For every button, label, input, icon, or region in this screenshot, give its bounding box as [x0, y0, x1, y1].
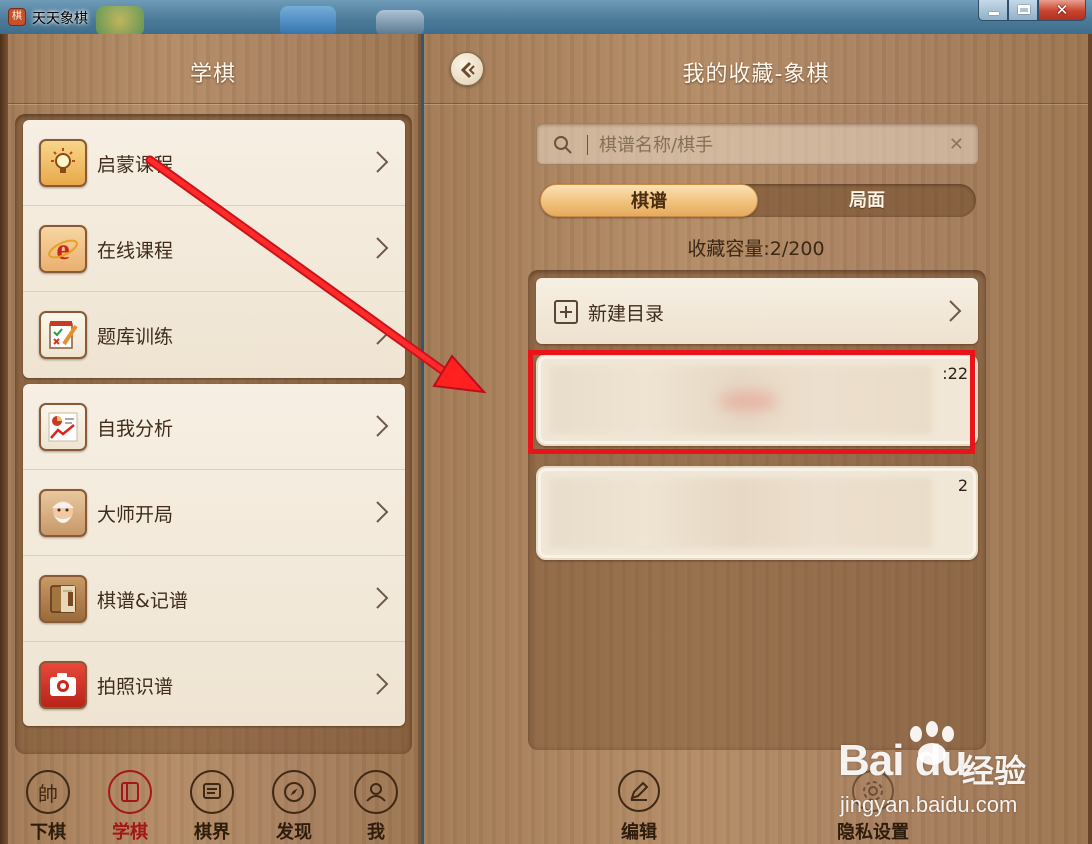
analysis-chart-icon: [39, 403, 87, 451]
nav-label: 我: [367, 822, 385, 843]
nav-learn[interactable]: 学棋: [100, 770, 160, 844]
new-folder-label: 新建目录: [588, 303, 665, 325]
menu-item-label: 题库训练: [97, 326, 174, 348]
window-title: 天天象棋: [32, 11, 88, 27]
maximize-icon: [1018, 5, 1030, 14]
window-controls: ✕: [978, 0, 1086, 22]
menu-item-exercise-bank[interactable]: 题库训练: [23, 292, 405, 378]
desktop-icon-blurred: [280, 6, 336, 34]
blurred-record-content: [550, 478, 932, 548]
menu-group-courses: 启蒙课程 e 在线课程 题库训练: [23, 120, 405, 378]
favorites-header: 我的收藏-象棋: [424, 34, 1088, 104]
tab-game-records[interactable]: 棋谱: [540, 184, 758, 217]
book-icon: [108, 770, 152, 814]
nav-label: 棋界: [194, 822, 230, 843]
desktop-icon-blurred: [96, 6, 144, 34]
menu-item-label: 大师开局: [97, 504, 174, 526]
edit-button[interactable]: 编辑: [594, 770, 684, 844]
chevron-right-icon: [376, 151, 389, 173]
blurred-record-content: [550, 366, 932, 434]
nav-label: 发现: [276, 822, 312, 843]
nav-label: 下棋: [30, 822, 66, 843]
menu-item-label: 在线课程: [97, 240, 174, 262]
minimize-icon: [989, 12, 999, 15]
search-icon: [554, 136, 572, 154]
search-input[interactable]: [599, 130, 929, 160]
chevron-right-icon: [376, 673, 389, 695]
privacy-settings-label: 隐私设置: [837, 822, 909, 843]
window-frame-left: [0, 34, 8, 844]
maximize-button[interactable]: [1008, 0, 1038, 21]
search-box[interactable]: ✕: [536, 123, 979, 165]
lightbulb-icon: [39, 139, 87, 187]
edit-pen-icon: [618, 770, 660, 812]
app-icon: 棋: [8, 8, 26, 26]
window-titlebar: 棋 天天象棋 ✕: [0, 0, 1092, 34]
nav-me[interactable]: 我: [346, 770, 406, 844]
ie-browser-icon: e: [39, 225, 87, 273]
menu-item-record-notation[interactable]: 棋谱&记谱: [23, 556, 405, 642]
favorites-title: 我的收藏-象棋: [682, 62, 830, 87]
tab-positions[interactable]: 局面: [758, 184, 976, 217]
chevron-right-icon: [949, 300, 962, 322]
menu-item-label: 棋谱&记谱: [97, 590, 188, 612]
record-book-icon: [39, 575, 87, 623]
chevron-right-icon: [376, 323, 389, 345]
camera-icon: [39, 661, 87, 709]
clear-icon[interactable]: ✕: [949, 135, 964, 155]
close-icon: ✕: [1055, 1, 1069, 19]
menu-item-label: 自我分析: [97, 418, 174, 440]
menu-group-tools: 自我分析 大师开局 棋谱&记谱 拍照识谱: [23, 384, 405, 726]
learn-panel: 学棋 启蒙课程 e 在线课程 题库训练 自我分析 大师开局 棋谱&记谱 拍照识谱…: [8, 34, 421, 844]
compass-icon: [272, 770, 316, 814]
menu-item-beginner-course[interactable]: 启蒙课程: [23, 120, 405, 206]
menu-item-online-course[interactable]: e 在线课程: [23, 206, 405, 292]
chevron-right-icon: [376, 415, 389, 437]
close-button[interactable]: ✕: [1038, 0, 1086, 21]
favorites-panel: 我的收藏-象棋 ✕ 棋谱 局面 收藏容量:2/200 新建目录 :22 2 编辑: [424, 34, 1088, 844]
nav-play[interactable]: 帥 下棋: [18, 770, 78, 844]
learn-header: 学棋: [8, 34, 418, 104]
exercise-notebook-icon: [39, 311, 87, 359]
favorites-tabs: 棋谱 局面: [540, 184, 976, 217]
nav-discover[interactable]: 发现: [264, 770, 324, 844]
capacity-label: 收藏容量:2/200: [687, 238, 825, 260]
general-piece-icon: 帥: [26, 770, 70, 814]
menu-item-label: 拍照识谱: [97, 676, 174, 698]
favorite-record-item[interactable]: 2: [536, 466, 978, 560]
svg-text:e: e: [56, 233, 69, 266]
menu-item-self-analysis[interactable]: 自我分析: [23, 384, 405, 470]
chevron-right-icon: [376, 501, 389, 523]
favorites-toolbar: 编辑 隐私设置: [424, 764, 1088, 844]
record-time: 2: [957, 476, 968, 495]
chevron-right-icon: [376, 237, 389, 259]
chevron-right-icon: [376, 587, 389, 609]
record-time: :22: [942, 364, 968, 383]
nav-chess-world[interactable]: 棋界: [182, 770, 242, 844]
privacy-settings-button[interactable]: 隐私设置: [828, 770, 918, 844]
text-cursor: [587, 135, 588, 155]
window-frame-right: [1088, 34, 1092, 844]
favorite-record-item[interactable]: :22: [536, 354, 978, 446]
menu-item-photo-recognition[interactable]: 拍照识谱: [23, 642, 405, 728]
edit-label: 编辑: [621, 822, 657, 843]
menu-item-master-openings[interactable]: 大师开局: [23, 470, 405, 556]
desktop-icon-blurred: [376, 10, 424, 34]
plus-icon: [554, 300, 578, 324]
master-portrait-icon: [39, 489, 87, 537]
user-icon: [354, 770, 398, 814]
minimize-button[interactable]: [978, 0, 1008, 21]
nav-label: 学棋: [112, 822, 148, 843]
learn-title: 学棋: [189, 62, 236, 87]
privacy-settings-icon: [852, 770, 894, 812]
message-list-icon: [190, 770, 234, 814]
new-folder-button[interactable]: 新建目录: [536, 278, 978, 344]
bottom-nav: 帥 下棋 学棋 棋界 发现 我: [8, 764, 418, 844]
menu-item-label: 启蒙课程: [97, 154, 174, 176]
